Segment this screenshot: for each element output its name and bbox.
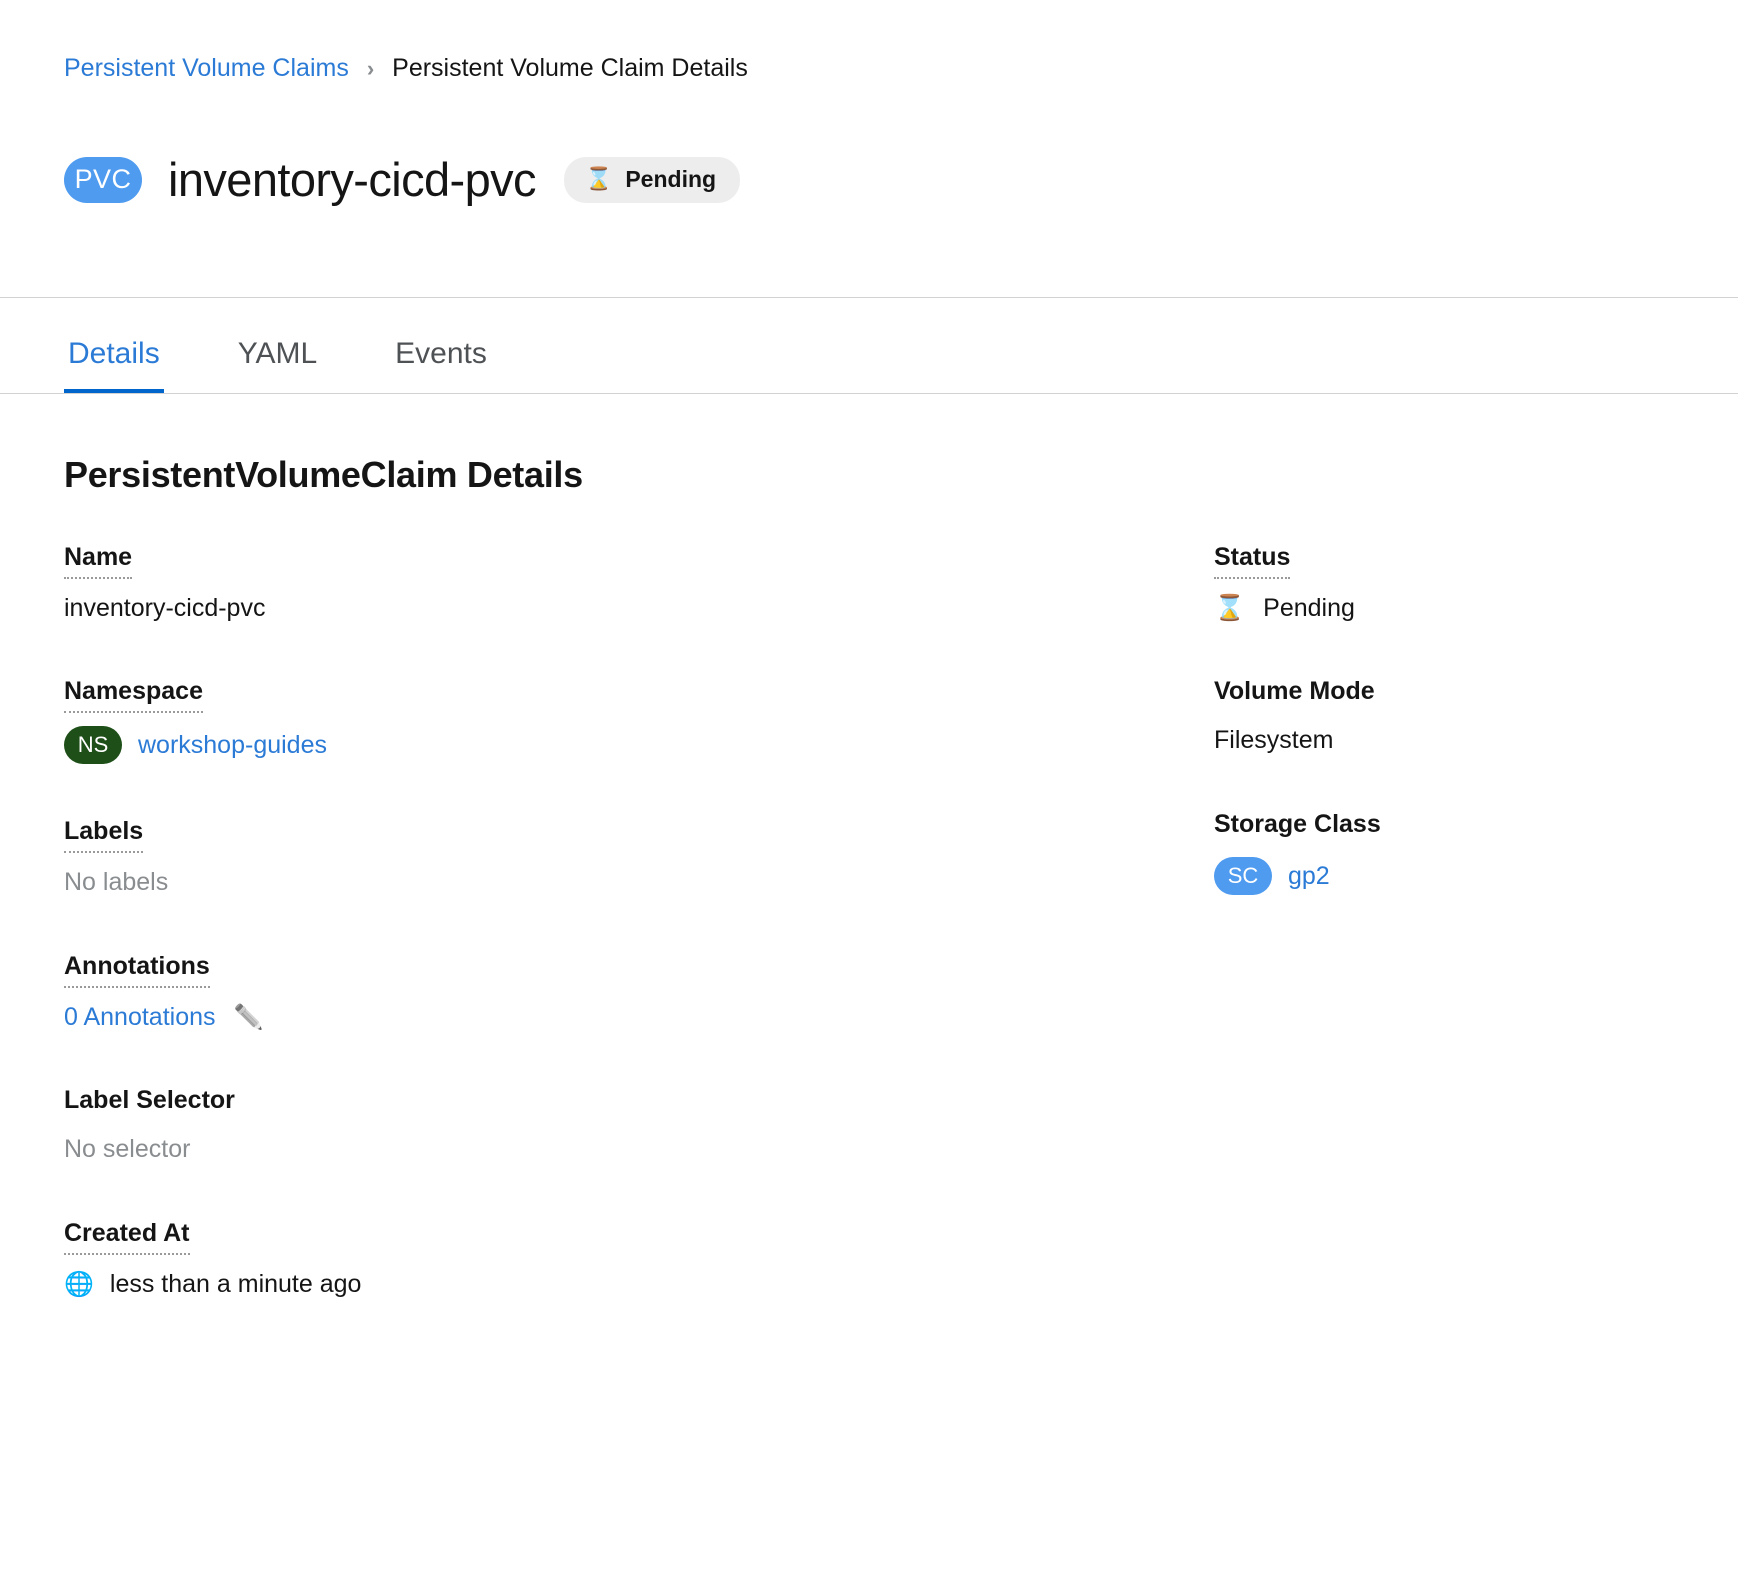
details-panel: PersistentVolumeClaim Details Name inven… <box>0 394 1738 1301</box>
field-label-storage-class: Storage Class <box>1214 809 1381 838</box>
breadcrumb-link-persistent-volume-claims[interactable]: Persistent Volume Claims <box>64 56 349 81</box>
annotations-link[interactable]: 0 Annotations <box>64 1001 216 1034</box>
field-name: Name inventory-cicd-pvc <box>64 542 1214 625</box>
storageclass-resource-badge: SC <box>1214 856 1272 895</box>
breadcrumb: Persistent Volume Claims › Persistent Vo… <box>64 56 1738 81</box>
pencil-edit-icon[interactable]: ✏️ <box>234 1002 264 1033</box>
tab-details[interactable]: Details <box>64 337 164 393</box>
details-right-column: Status ⌛ Pending Volume Mode Filesystem … <box>1214 542 1674 895</box>
hourglass-icon: ⌛ <box>1214 593 1246 622</box>
field-storage-class: Storage Class SC gp2 <box>1214 809 1674 895</box>
hourglass-icon: ⌛ <box>584 166 613 192</box>
tab-yaml[interactable]: YAML <box>234 337 321 393</box>
field-label-created-at: Created At <box>64 1218 190 1255</box>
field-label-label-selector: Label Selector <box>64 1086 235 1115</box>
field-value-volume-mode: Filesystem <box>1214 726 1334 755</box>
namespace-resource-badge: NS <box>64 726 122 765</box>
storage-class-link[interactable]: gp2 <box>1288 860 1330 893</box>
field-value-name: inventory-cicd-pvc <box>64 593 266 622</box>
field-value-status: ⌛ Pending <box>1214 592 1674 625</box>
field-created-at: Created At 🌐 less than a minute ago <box>64 1218 1214 1301</box>
details-left-column: Name inventory-cicd-pvc Namespace NS wor… <box>64 542 1214 1301</box>
field-status: Status ⌛ Pending <box>1214 542 1674 625</box>
created-at-text: less than a minute ago <box>109 1269 362 1298</box>
field-value-annotations: 0 Annotations ✏️ <box>64 1001 1214 1034</box>
field-label-labels: Labels <box>64 816 144 854</box>
field-value-created-at: 🌐 less than a minute ago <box>64 1268 1214 1301</box>
field-namespace: Namespace NS workshop-guides <box>64 676 1214 765</box>
field-label-annotations: Annotations <box>64 951 210 988</box>
field-label-name: Name <box>64 542 133 579</box>
chevron-right-icon: › <box>366 55 375 81</box>
field-label-status: Status <box>1214 542 1291 579</box>
globe-icon: 🌐 <box>64 1270 94 1298</box>
field-value-labels: No labels <box>64 868 169 897</box>
status-badge: ⌛ Pending <box>563 156 741 203</box>
field-value-storage-class: SC gp2 <box>1214 856 1674 895</box>
tab-events[interactable]: Events <box>391 337 491 393</box>
field-label-namespace: Namespace <box>64 676 203 714</box>
field-label-selector: Label Selector No selector <box>64 1085 1214 1166</box>
section-title: PersistentVolumeClaim Details <box>64 453 583 495</box>
field-label-volume-mode: Volume Mode <box>1214 677 1375 706</box>
page-title: inventory-cicd-pvc <box>168 153 537 207</box>
field-value-label-selector: No selector <box>64 1135 191 1164</box>
details-columns: Name inventory-cicd-pvc Namespace NS wor… <box>64 542 1674 1301</box>
status-text: Pending <box>1263 593 1355 622</box>
pvc-resource-badge: PVC <box>64 156 142 203</box>
field-annotations: Annotations 0 Annotations ✏️ <box>64 951 1214 1034</box>
page-header: Persistent Volume Claims › Persistent Vo… <box>0 0 1738 297</box>
breadcrumb-current: Persistent Volume Claim Details <box>392 54 748 82</box>
tab-bar: Details YAML Events <box>0 296 1738 394</box>
field-value-namespace: NS workshop-guides <box>64 726 1214 765</box>
title-row: PVC inventory-cicd-pvc ⌛ Pending <box>64 121 1738 297</box>
field-labels: Labels No labels <box>64 816 1214 899</box>
field-volume-mode: Volume Mode Filesystem <box>1214 676 1674 757</box>
status-badge-label: Pending <box>625 165 717 192</box>
namespace-link[interactable]: workshop-guides <box>138 729 327 762</box>
